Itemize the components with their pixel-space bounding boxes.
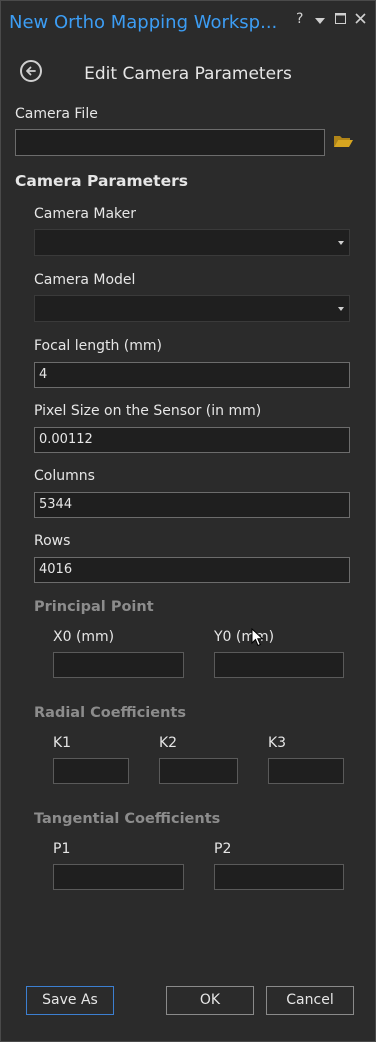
camera-file-label: Camera File — [15, 106, 98, 122]
k2-label: K2 — [159, 735, 178, 751]
title-bar: New Ortho Mapping Worksp... ? — [1, 1, 375, 43]
page-title: Edit Camera Parameters — [84, 64, 292, 84]
chevron-down-icon — [338, 241, 344, 245]
pixel-size-input[interactable]: 0.00112 — [34, 427, 350, 453]
mouse-pointer-icon — [251, 627, 264, 651]
save-as-button[interactable]: Save As — [26, 986, 114, 1015]
columns-label: Columns — [34, 468, 95, 484]
camera-maker-select[interactable] — [34, 229, 350, 256]
x0-input[interactable] — [53, 652, 184, 678]
k1-label: K1 — [53, 735, 72, 751]
camera-model-label: Camera Model — [34, 272, 136, 288]
cancel-button[interactable]: Cancel — [266, 986, 354, 1015]
camera-file-input[interactable] — [15, 129, 325, 156]
ok-button[interactable]: OK — [166, 986, 254, 1015]
tangential-coefficients-heading: Tangential Coefficients — [34, 811, 221, 827]
x0-label: X0 (mm) — [53, 629, 115, 645]
dropdown-icon[interactable] — [315, 18, 325, 24]
principal-point-heading: Principal Point — [34, 599, 154, 615]
help-icon[interactable]: ? — [296, 11, 303, 27]
focal-length-label: Focal length (mm) — [34, 338, 163, 354]
camera-maker-label: Camera Maker — [34, 206, 137, 222]
focal-length-input[interactable]: 4 — [34, 362, 350, 388]
window-title: New Ortho Mapping Worksp... — [9, 12, 278, 33]
chevron-down-icon — [338, 307, 344, 311]
p1-label: P1 — [53, 841, 71, 857]
p2-input[interactable] — [214, 864, 344, 890]
k2-input[interactable] — [159, 758, 238, 784]
edit-camera-parameters-pane: New Ortho Mapping Worksp... ? Edit Camer… — [0, 0, 376, 1042]
p2-label: P2 — [214, 841, 232, 857]
camera-model-select[interactable] — [34, 295, 350, 322]
maximize-icon[interactable] — [335, 13, 346, 24]
radial-coefficients-heading: Radial Coefficients — [34, 705, 186, 721]
camera-parameters-heading: Camera Parameters — [15, 172, 188, 190]
y0-label: Y0 (mm) — [214, 629, 275, 645]
k3-label: K3 — [268, 735, 287, 751]
columns-input[interactable]: 5344 — [34, 492, 350, 518]
pixel-size-label: Pixel Size on the Sensor (in mm) — [34, 403, 262, 419]
k1-input[interactable] — [53, 758, 129, 784]
p1-input[interactable] — [53, 864, 184, 890]
close-icon[interactable] — [355, 13, 366, 24]
y0-input[interactable] — [214, 652, 344, 678]
folder-open-icon[interactable] — [333, 133, 353, 153]
rows-label: Rows — [34, 533, 71, 549]
k3-input[interactable] — [268, 758, 344, 784]
rows-input[interactable]: 4016 — [34, 557, 350, 583]
